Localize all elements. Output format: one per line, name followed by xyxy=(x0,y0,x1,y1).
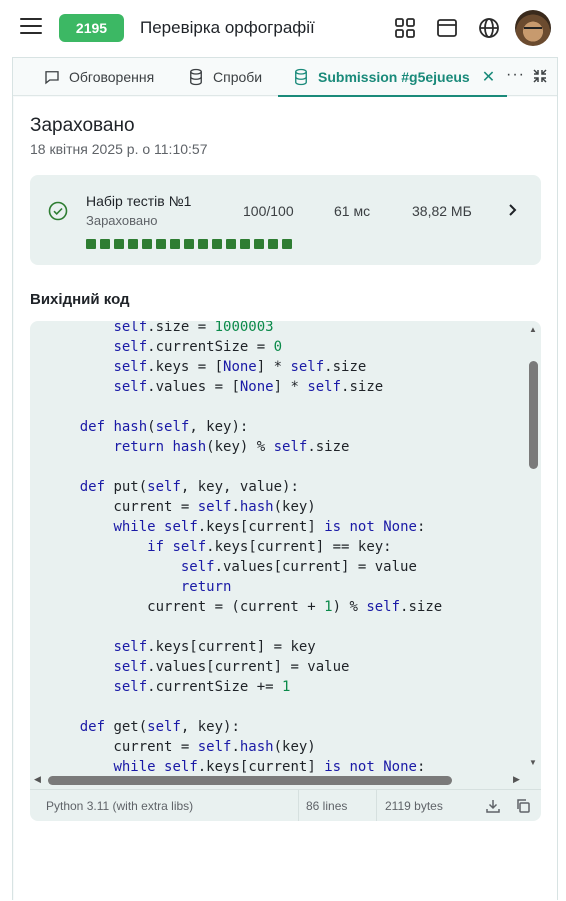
code-line: self.values[current] = value xyxy=(113,659,350,675)
comment-icon xyxy=(45,71,59,85)
window-icon[interactable] xyxy=(435,16,459,40)
problem-id-badge[interactable]: 2195 xyxy=(59,14,124,42)
code-line: while self.keys[current] is not None: xyxy=(113,759,426,773)
horizontal-scroll-thumb[interactable] xyxy=(48,776,452,785)
top-bar: 2195 Перевірка орфографії xyxy=(0,0,566,56)
close-icon[interactable]: ✕ xyxy=(482,67,495,87)
download-icon[interactable] xyxy=(485,798,501,814)
submission-content: Зараховано 18 квітня 2025 р. о 11:10:57 … xyxy=(14,97,557,901)
code-line: current = self.hash(key) xyxy=(46,739,316,755)
menu-icon[interactable] xyxy=(20,18,42,38)
database-icon xyxy=(190,68,202,86)
code-line: current = self.hash(key) xyxy=(46,499,316,515)
tab-discussion[interactable]: Обговорення xyxy=(43,58,154,96)
test-passed-indicator xyxy=(156,239,166,249)
code-line: self.size = 1000003 xyxy=(113,321,274,335)
tab-attempts-label: Спроби xyxy=(213,69,263,85)
vertical-scrollbar[interactable]: ▲ ▼ xyxy=(526,321,541,773)
code-line: self.values = [None] * self.size xyxy=(113,379,384,395)
divider xyxy=(376,790,377,821)
code-line: return hash(key) % self.size xyxy=(113,439,350,455)
test-passed-indicator xyxy=(282,239,292,249)
test-passed-indicator xyxy=(100,239,110,249)
code-line: def hash(self, key): xyxy=(79,419,249,435)
code-language: Python 3.11 (with extra libs) xyxy=(46,799,194,813)
submission-date: 18 квітня 2025 р. о 11:10:57 xyxy=(30,141,208,157)
avatar[interactable] xyxy=(515,10,551,46)
code-line: while self.keys[current] is not None: xyxy=(113,519,426,535)
code-footer: Python 3.11 (with extra libs) 86 lines 2… xyxy=(30,789,541,821)
code-line: def get(self, key): xyxy=(79,719,240,735)
collapse-icon[interactable] xyxy=(532,68,548,84)
test-passed-indicator xyxy=(114,239,124,249)
test-passed-indicator xyxy=(240,239,250,249)
code-line: if self.keys[current] == key: xyxy=(147,539,392,555)
test-results-indicators xyxy=(86,239,296,249)
code-line: return xyxy=(180,579,232,595)
testset-status: Зараховано xyxy=(86,213,158,228)
test-passed-indicator xyxy=(86,239,96,249)
tab-attempts[interactable]: Спроби xyxy=(187,58,262,96)
testset-time: 61 мс xyxy=(334,203,371,219)
page-title: Перевірка орфографії xyxy=(140,18,315,37)
source-code: self.size = 1000003 self.currentSize = 0… xyxy=(46,321,442,773)
code-line: self.currentSize += 1 xyxy=(113,679,291,695)
tab-submission-label: Submission #g5ejueus xyxy=(318,69,470,85)
testset-name: Набір тестів №1 xyxy=(86,193,192,209)
code-line: self.keys[current] = key xyxy=(113,639,316,655)
submission-panel: Обговорення Спроби Submission #g5ejueus … xyxy=(12,57,558,901)
code-line: self.keys = [None] * self.size xyxy=(113,359,367,375)
testset-memory: 38,82 МБ xyxy=(412,203,472,219)
code-line: self.values[current] = value xyxy=(180,559,417,575)
code-area[interactable]: self.size = 1000003 self.currentSize = 0… xyxy=(30,321,524,773)
tab-submission[interactable]: Submission #g5ejueus ✕ xyxy=(278,58,508,97)
code-line-count: 86 lines xyxy=(306,799,348,813)
testset-score: 100/100 xyxy=(243,203,294,219)
verdict-title: Зараховано xyxy=(30,115,135,136)
test-passed-indicator xyxy=(198,239,208,249)
scroll-left-icon[interactable]: ◀ xyxy=(34,774,41,785)
code-viewer: self.size = 1000003 self.currentSize = 0… xyxy=(30,321,541,821)
tab-bar: Обговорення Спроби Submission #g5ejueus … xyxy=(13,58,557,97)
code-line: self.currentSize = 0 xyxy=(113,339,283,355)
test-passed-indicator xyxy=(268,239,278,249)
test-passed-indicator xyxy=(212,239,222,249)
globe-icon[interactable] xyxy=(477,16,501,40)
horizontal-scrollbar[interactable]: ◀ ▶ xyxy=(30,773,524,787)
test-passed-indicator xyxy=(254,239,264,249)
test-passed-indicator xyxy=(184,239,194,249)
testset-card[interactable]: Набір тестів №1 Зараховано 100/100 61 мс… xyxy=(30,175,541,265)
source-code-title: Вихідний код xyxy=(30,291,130,308)
code-byte-count: 2119 bytes xyxy=(385,799,443,813)
code-line: def put(self, key, value): xyxy=(79,479,299,495)
divider xyxy=(298,790,299,821)
test-passed-indicator xyxy=(226,239,236,249)
scroll-down-icon[interactable]: ▼ xyxy=(529,758,537,767)
database-icon xyxy=(295,68,307,86)
copy-icon[interactable] xyxy=(515,798,531,814)
test-passed-indicator xyxy=(170,239,180,249)
scroll-up-icon[interactable]: ▲ xyxy=(529,325,537,334)
chevron-right-icon[interactable] xyxy=(504,202,520,218)
test-passed-indicator xyxy=(128,239,138,249)
code-line: current = (current + 1) % self.size xyxy=(46,599,443,615)
tab-discussion-label: Обговорення xyxy=(69,69,155,85)
grid-icon[interactable] xyxy=(393,16,417,40)
test-passed-indicator xyxy=(142,239,152,249)
more-icon[interactable]: ··· xyxy=(506,66,525,84)
vertical-scroll-thumb[interactable] xyxy=(529,361,538,469)
scroll-right-icon[interactable]: ▶ xyxy=(513,774,520,785)
check-circle-icon xyxy=(48,201,68,221)
